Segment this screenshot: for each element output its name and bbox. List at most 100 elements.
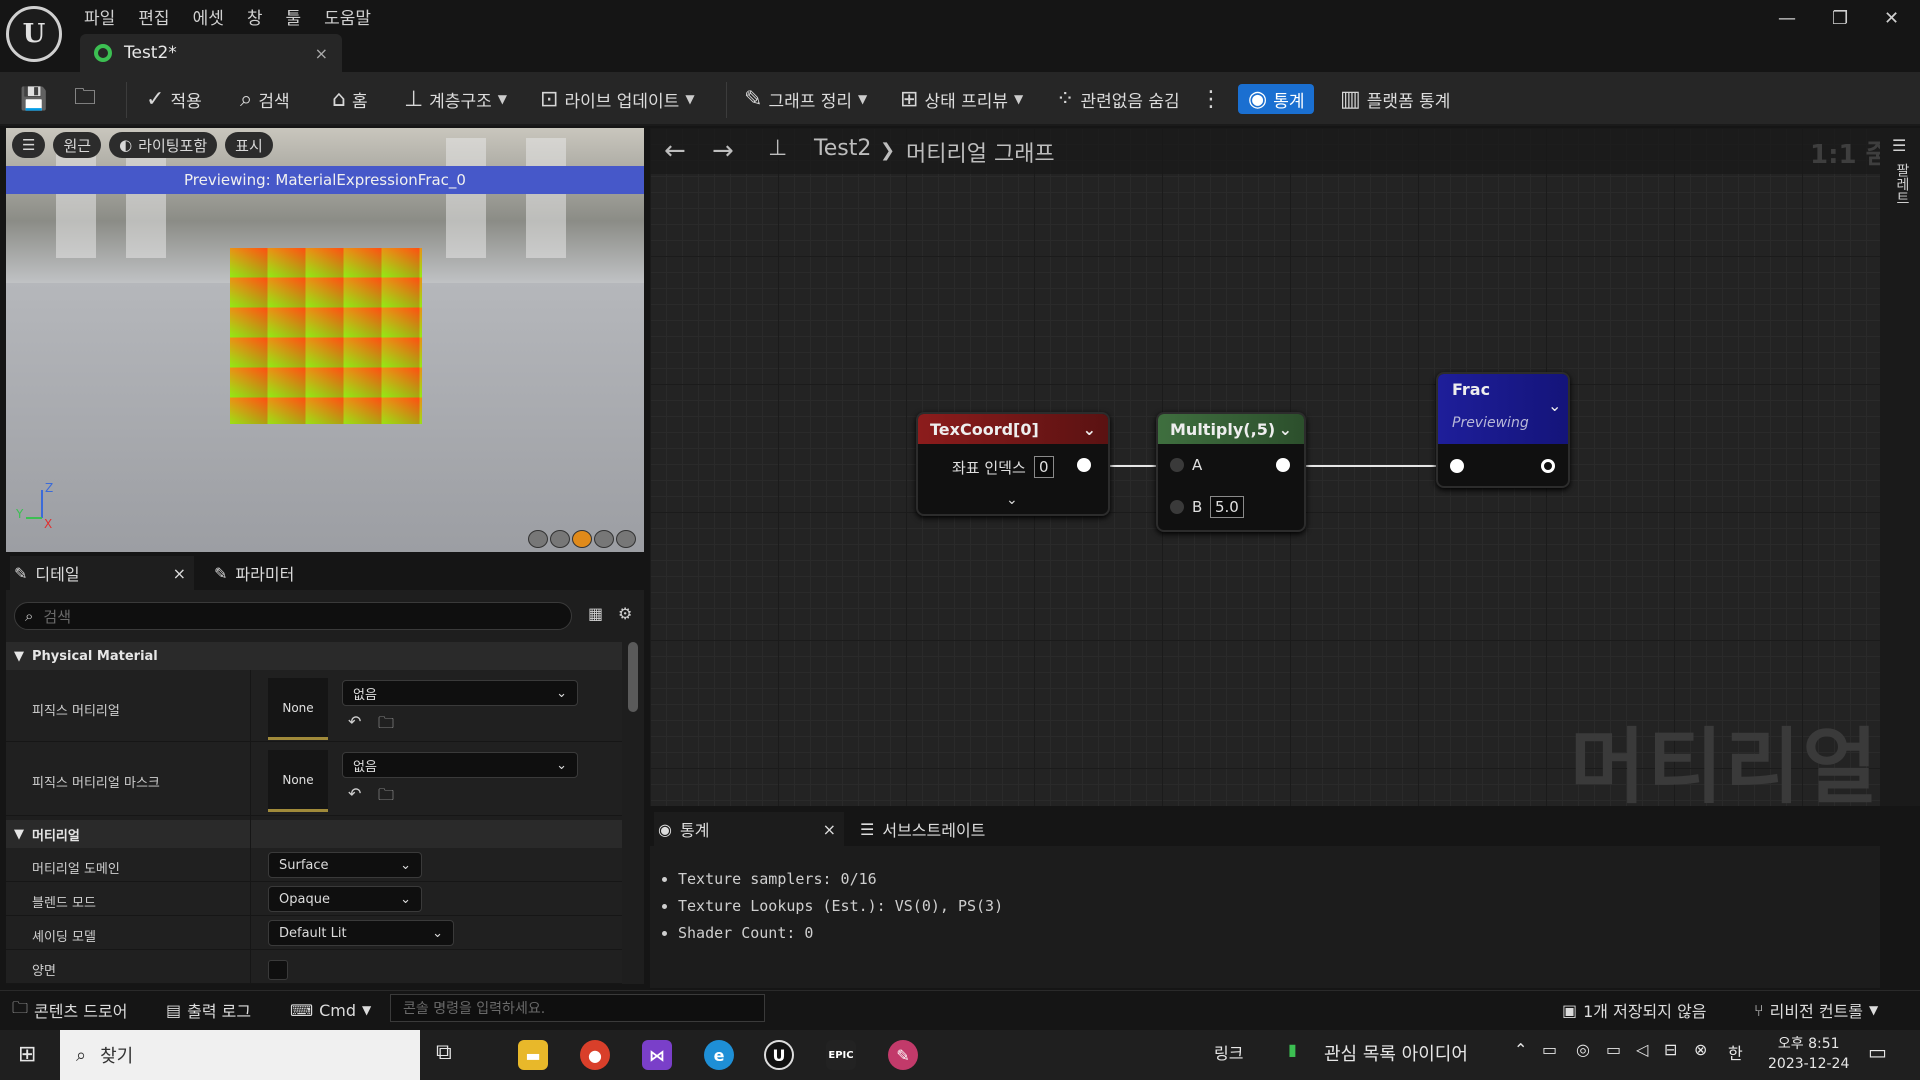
hierarchy-button[interactable]: ⊥ 계층구조 ▼	[404, 84, 507, 114]
palette-sidebar[interactable]: ☰ 팔레트	[1880, 128, 1920, 806]
chevron-down-icon[interactable]: ⌄	[1083, 420, 1096, 439]
close-tab-icon[interactable]: ×	[823, 820, 836, 839]
category-material[interactable]: ▼ 머티리얼	[6, 820, 622, 848]
use-selected-icon[interactable]: ↶	[348, 784, 361, 803]
output-log-button[interactable]: ▤ 출력 로그	[166, 998, 251, 1022]
paint-icon[interactable]: ✎	[888, 1040, 918, 1070]
watchlist-icon[interactable]: ▮	[1288, 1040, 1297, 1059]
menu-help[interactable]: 도움말	[324, 4, 384, 29]
ime-indicator[interactable]: 한	[1728, 1040, 1743, 1064]
asset-thumbnail[interactable]: None	[268, 678, 328, 740]
live-update-button[interactable]: ⊡ 라이브 업데이트 ▼	[540, 84, 695, 114]
platform-stats-button[interactable]: ▥ 플랫폼 통계	[1340, 84, 1450, 114]
cylinder-shape-icon[interactable]	[528, 530, 548, 548]
search-button[interactable]: ⌕ 검색	[240, 84, 290, 114]
minimize-button[interactable]: —	[1778, 8, 1796, 29]
state-preview-button[interactable]: ⊞ 상태 프리뷰 ▼	[900, 84, 1023, 114]
tab-details[interactable]: ✎ 디테일 ×	[10, 556, 194, 590]
sphere-shape-icon[interactable]	[550, 530, 570, 548]
save-button[interactable]: 💾	[20, 84, 47, 114]
output-pin[interactable]	[1541, 459, 1555, 473]
back-arrow-icon[interactable]: ←	[664, 136, 686, 166]
graph-tidy-button[interactable]: ✎ 그래프 정리 ▼	[744, 84, 867, 114]
mesh-shape-icon[interactable]	[616, 530, 636, 548]
visual-studio-icon[interactable]: ⋈	[642, 1040, 672, 1070]
edge-icon[interactable]: e	[704, 1040, 734, 1070]
show-button[interactable]: 표시	[225, 132, 273, 158]
category-physical-material[interactable]: ▼ Physical Material	[6, 642, 622, 670]
hide-unrelated-button[interactable]: ⁘ 관련없음 숨김	[1056, 84, 1180, 114]
viewport-menu-button[interactable]: ☰	[12, 132, 46, 158]
browse-asset-icon[interactable]: 🗀	[378, 712, 394, 739]
volume-icon[interactable]: ◁	[1636, 1040, 1648, 1059]
more-options-icon[interactable]: ⋮	[1200, 84, 1222, 114]
taskbar-search[interactable]: ⌕ 찾기	[60, 1030, 420, 1080]
tab-stats[interactable]: ◉ 통계 ×	[654, 812, 844, 846]
menu-file[interactable]: 파일	[84, 4, 128, 29]
close-window-button[interactable]: ✕	[1884, 8, 1899, 29]
menu-window[interactable]: 창	[247, 4, 276, 29]
details-scrollbar[interactable]	[628, 642, 638, 712]
node-header[interactable]: Multiply(,5) ⌄	[1158, 414, 1304, 444]
coordinate-index-input[interactable]: 0	[1034, 456, 1054, 478]
palette-tab[interactable]: 팔레트	[1892, 163, 1912, 205]
phys-mask-dropdown[interactable]: 없음 ⌄	[342, 752, 578, 778]
asset-thumbnail[interactable]: None	[268, 750, 328, 812]
file-explorer-icon[interactable]: ▬	[518, 1040, 548, 1070]
close-tab-icon[interactable]: ×	[315, 44, 328, 63]
chevron-down-icon[interactable]: ⌄	[1279, 420, 1292, 439]
output-pin[interactable]	[1276, 458, 1290, 472]
apply-button[interactable]: ✓ 적용	[146, 84, 202, 114]
chrome-icon[interactable]: ●	[580, 1040, 610, 1070]
output-pin[interactable]	[1077, 458, 1091, 472]
camera-icon[interactable]: ◎	[1576, 1040, 1590, 1059]
tray-chevron-up-icon[interactable]: ⌃	[1514, 1040, 1527, 1059]
content-drawer-button[interactable]: 🗀 콘텐츠 드로어	[12, 998, 127, 1022]
console-input[interactable]: 콘솔 명령을 입력하세요.	[390, 994, 765, 1022]
task-view-icon[interactable]: ⧉	[436, 1040, 452, 1065]
revision-control-button[interactable]: ⑂ 리비전 컨트롤 ▼	[1754, 998, 1878, 1022]
gear-icon[interactable]: ⚙	[618, 604, 632, 623]
two-sided-checkbox[interactable]	[268, 960, 288, 980]
menu-edit[interactable]: 편집	[138, 4, 182, 29]
forward-arrow-icon[interactable]: →	[712, 136, 734, 166]
network-icon[interactable]: ▭	[1542, 1040, 1557, 1059]
b-value-input[interactable]: 5.0	[1210, 496, 1244, 518]
link-toolbar[interactable]: 링크	[1214, 1040, 1243, 1064]
tab-substrate[interactable]: ☰ 서브스트레이트	[860, 812, 985, 846]
phys-material-dropdown[interactable]: 없음 ⌄	[342, 680, 578, 706]
blend-mode-dropdown[interactable]: Opaque ⌄	[268, 886, 422, 912]
use-selected-icon[interactable]: ↶	[348, 712, 361, 731]
details-search-input[interactable]: ⌕ 검색	[14, 602, 572, 630]
restore-button[interactable]: ❐	[1832, 8, 1848, 29]
menu-tools[interactable]: 툴	[285, 4, 314, 29]
node-header[interactable]: TexCoord[0] ⌄	[918, 414, 1108, 444]
table-view-icon[interactable]: ▦	[588, 604, 603, 623]
stats-toggle-button[interactable]: ◉ 통계	[1238, 84, 1315, 114]
plane-shape-icon[interactable]	[572, 530, 592, 548]
unreal-logo-icon[interactable]: U	[6, 6, 62, 62]
cmd-selector[interactable]: ⌨ Cmd ▼	[290, 998, 371, 1022]
close-tab-icon[interactable]: ×	[173, 564, 186, 583]
browse-button[interactable]: 🗀	[74, 84, 96, 114]
palette-list-icon[interactable]: ☰	[1892, 136, 1920, 155]
graph-hierarchy-icon[interactable]: ⊥	[768, 136, 787, 161]
unsaved-indicator[interactable]: ▣ 1개 저장되지 않음	[1562, 998, 1707, 1022]
chevron-down-icon[interactable]: ⌄	[1548, 396, 1561, 415]
perspective-button[interactable]: 원근	[53, 132, 102, 158]
epic-games-icon[interactable]: EPIC	[826, 1040, 856, 1070]
material-domain-dropdown[interactable]: Surface ⌄	[268, 852, 422, 878]
home-button[interactable]: ⌂ 홈	[332, 84, 368, 114]
watchlist-label[interactable]: 관심 목록 아이디어	[1324, 1040, 1468, 1066]
browse-asset-icon[interactable]: 🗀	[378, 784, 394, 811]
cube-shape-icon[interactable]	[594, 530, 614, 548]
display-icon[interactable]: ⊟	[1664, 1040, 1677, 1059]
breadcrumb-root[interactable]: Test2	[814, 136, 871, 161]
close-circle-icon[interactable]: ⊗	[1694, 1040, 1707, 1059]
taskbar-clock[interactable]: 오후 8:51 2023-12-24	[1768, 1034, 1849, 1074]
unreal-engine-icon[interactable]: U	[764, 1040, 794, 1070]
tab-parameters[interactable]: ✎ 파라미터	[214, 556, 294, 590]
chevron-down-icon[interactable]: ⌄	[1006, 492, 1018, 508]
input-pin-a[interactable]	[1170, 458, 1184, 472]
notification-icon[interactable]: ▭	[1868, 1040, 1887, 1064]
